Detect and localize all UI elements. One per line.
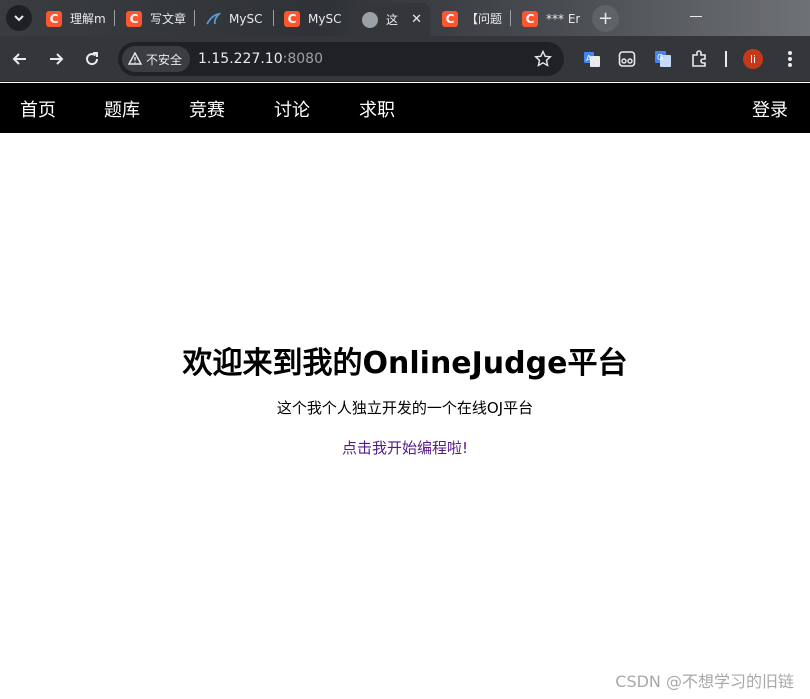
url-host: 1.15.227.10 xyxy=(198,51,283,67)
toolbar-divider xyxy=(725,51,727,67)
warning-triangle-icon xyxy=(128,52,142,65)
tab-title: 【问题 xyxy=(466,12,503,26)
page-title: 欢迎来到我的OnlineJudge平台 xyxy=(182,346,628,381)
menu-dot xyxy=(788,57,792,61)
plus-icon: + xyxy=(597,8,614,29)
tab-search-button[interactable] xyxy=(6,5,32,31)
csdn-favicon-icon: C xyxy=(46,10,62,27)
nav-jobs-link[interactable]: 求职 xyxy=(359,96,395,122)
puzzle-icon xyxy=(692,50,706,67)
start-coding-link[interactable]: 点击我开始编程啦! xyxy=(0,437,810,458)
reload-button[interactable] xyxy=(80,47,104,71)
translate-icon: A xyxy=(584,52,600,67)
url-port: :8080 xyxy=(282,51,323,67)
globe-favicon-icon xyxy=(362,11,378,28)
tab-separator xyxy=(114,10,115,26)
nav-discuss-link[interactable]: 讨论 xyxy=(274,96,310,122)
browser-tab[interactable]: C MySC xyxy=(276,5,348,32)
nav-login-link[interactable]: 登录 xyxy=(752,96,788,122)
tab-title: 这 xyxy=(386,13,399,27)
browser-menu-button[interactable] xyxy=(782,49,798,69)
forward-button[interactable] xyxy=(44,47,68,71)
browser-tab[interactable]: C *** Er xyxy=(514,5,586,32)
close-icon[interactable]: ✕ xyxy=(411,12,422,27)
profile-avatar[interactable]: li xyxy=(743,49,763,69)
page-subtitle: 这个我个人独立开发的一个在线OJ平台 xyxy=(276,399,534,417)
tab-title: MySC xyxy=(308,11,342,26)
new-tab-button[interactable]: + xyxy=(592,5,619,32)
tab-separator xyxy=(194,10,195,26)
address-bar[interactable]: 不安全 1.15.227.10:8080 xyxy=(118,42,564,76)
translate-extension-button[interactable]: A xyxy=(582,49,602,69)
bookmark-star-button[interactable] xyxy=(533,49,553,72)
reader-extension-button[interactable] xyxy=(617,49,637,69)
avatar-initial: li xyxy=(749,52,757,66)
nav-contest-link[interactable]: 竞赛 xyxy=(189,96,225,122)
csdn-favicon-icon: C xyxy=(126,10,142,27)
menu-dot xyxy=(788,63,792,67)
tab-title: MySC xyxy=(229,11,263,26)
svg-text:G: G xyxy=(657,53,663,62)
csdn-watermark: CSDN @不想学习的旧链 xyxy=(615,672,794,691)
csdn-favicon-icon: C xyxy=(522,10,538,27)
browser-tab-strip: C 理解m C 写文章 MySC C MySC 这 ✕ C 【问题 C *** … xyxy=(0,0,810,36)
tab-separator xyxy=(510,10,511,26)
csdn-favicon-icon: C xyxy=(442,10,458,27)
google-translate-icon: G xyxy=(655,51,671,67)
site-info-button[interactable]: 不安全 xyxy=(122,46,191,72)
nav-home-link[interactable]: 首页 xyxy=(20,96,56,122)
back-button[interactable] xyxy=(8,47,32,71)
site-nav-bar: 首页 题库 竞赛 讨论 求职 登录 xyxy=(0,83,810,133)
google-translate-button[interactable]: G xyxy=(653,49,673,69)
browser-tab[interactable]: C 写文章 xyxy=(118,5,190,32)
chevron-down-icon xyxy=(14,15,24,22)
url-text: 1.15.227.10:8080 xyxy=(198,51,323,67)
tab-title: 写文章 xyxy=(150,12,187,26)
arrow-right-icon xyxy=(50,53,64,65)
browser-toolbar: 不安全 1.15.227.10:8080 A G li xyxy=(0,36,810,82)
tab-title: 理解m xyxy=(70,12,106,26)
minimize-window-button[interactable] xyxy=(690,16,702,17)
tab-separator xyxy=(273,10,274,26)
nav-problems-link[interactable]: 题库 xyxy=(104,96,140,122)
mysql-favicon-icon xyxy=(205,11,221,27)
glasses-icon xyxy=(618,51,636,67)
tab-title: *** Er xyxy=(546,11,581,26)
browser-tab-active[interactable]: 这 ✕ xyxy=(354,3,430,36)
arrow-left-icon xyxy=(12,53,26,65)
star-icon xyxy=(533,49,553,67)
security-label: 不安全 xyxy=(146,52,183,67)
menu-dot xyxy=(788,51,792,55)
extensions-button[interactable] xyxy=(689,49,709,69)
browser-tab[interactable]: C 理解m xyxy=(38,5,110,32)
csdn-favicon-icon: C xyxy=(284,10,300,27)
browser-tab[interactable]: MySC xyxy=(197,5,269,32)
svg-text:A: A xyxy=(586,54,592,63)
browser-tab[interactable]: C 【问题 xyxy=(434,5,506,32)
reload-icon xyxy=(86,52,99,66)
